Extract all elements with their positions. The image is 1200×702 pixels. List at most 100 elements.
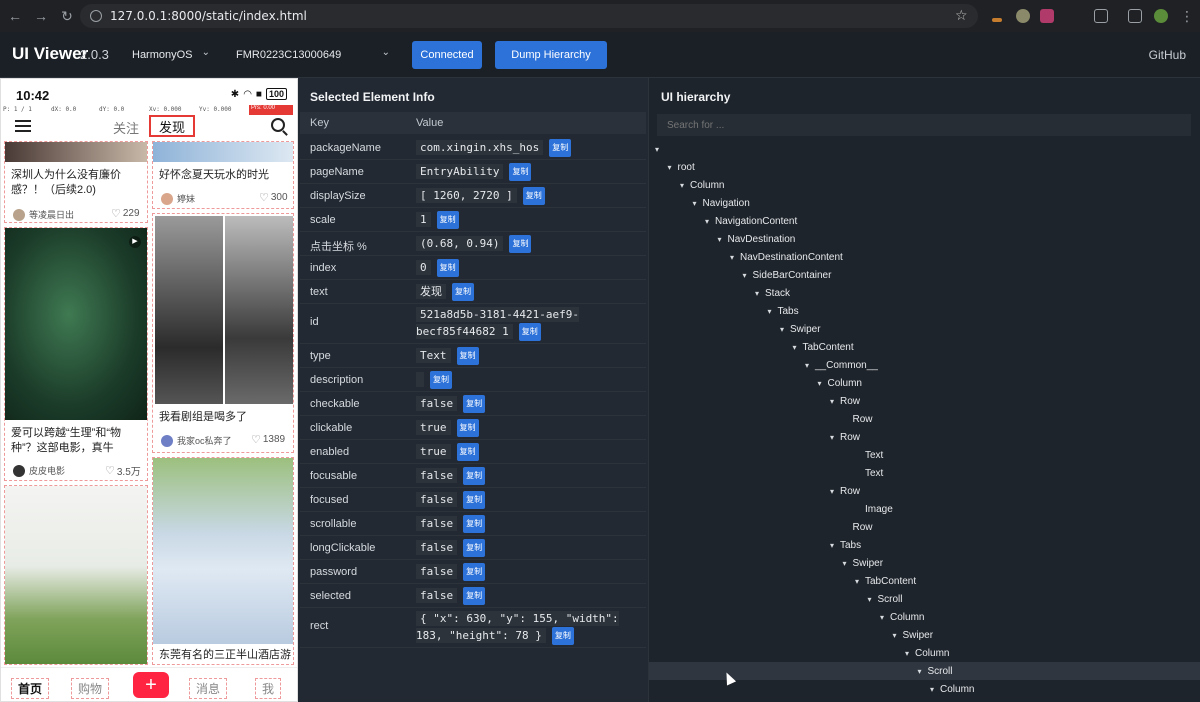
tree-node[interactable]: Row <box>843 518 873 536</box>
copy-button[interactable]: 复制 <box>463 587 486 605</box>
profile-avatar[interactable] <box>1154 9 1168 23</box>
tab-messages[interactable]: 消息 <box>189 678 228 699</box>
caret-down-icon[interactable]: ▾ <box>880 613 890 622</box>
tree-node[interactable]: ▾ Row <box>830 482 860 500</box>
connect-button[interactable]: Connected <box>412 41 482 69</box>
device-screenshot[interactable]: 10:42 ✱ ◠ ■ 100 P: 1 / 1 dX: 0.0 dY: 0.0… <box>0 78 298 702</box>
tree-node[interactable]: ▾ NavigationContent <box>705 212 797 230</box>
search-icon[interactable] <box>271 118 285 132</box>
copy-button[interactable]: 复制 <box>456 419 479 437</box>
caret-down-icon[interactable]: ▾ <box>930 685 940 694</box>
copy-button[interactable]: 复制 <box>430 371 452 389</box>
like-count[interactable]: ♡ 1389 <box>251 433 285 446</box>
tree-node[interactable]: ▾ NavDestination <box>718 230 796 248</box>
copy-button[interactable]: 复制 <box>463 491 486 509</box>
tree-node[interactable]: ▾ NavDestinationContent <box>730 248 843 266</box>
copy-button[interactable]: 复制 <box>549 139 572 157</box>
tree-node[interactable]: Text <box>855 446 883 464</box>
tree-node[interactable]: ▾ Tabs <box>768 302 799 320</box>
feed-card[interactable]: ▶ 爱可以跨越“生理”和“物种”？这部电影，真牛 皮皮电影 ♡ 3.5万 <box>4 227 148 481</box>
feed-card[interactable]: 深圳人为什么没有廉价感？！（后续2.0) 等凌晨日出 ♡ 229 <box>4 141 148 223</box>
copy-button[interactable]: 复制 <box>551 627 574 645</box>
tab-follow[interactable]: 关注 <box>113 118 139 137</box>
caret-down-icon[interactable]: ▾ <box>805 361 815 370</box>
tree-node[interactable]: ▾ Swiper <box>843 554 884 572</box>
like-count[interactable]: ♡ 300 <box>259 191 288 204</box>
hierarchy-search-input[interactable] <box>657 114 1191 136</box>
copy-button[interactable]: 复制 <box>522 187 545 205</box>
caret-down-icon[interactable]: ▾ <box>818 379 828 388</box>
caret-down-icon[interactable]: ▾ <box>855 577 865 586</box>
copy-button[interactable]: 复制 <box>463 395 486 413</box>
caret-down-icon[interactable]: ▾ <box>918 667 928 676</box>
tab-search-icon[interactable] <box>1128 9 1142 23</box>
bookmark-star-icon[interactable]: ☆ <box>955 7 968 24</box>
copy-button[interactable]: 复制 <box>456 443 479 461</box>
caret-down-icon[interactable]: ▾ <box>905 649 915 658</box>
tree-node[interactable]: ▾ Tabs <box>830 536 861 554</box>
feed-card[interactable]: 东莞有名的三正半山酒店游 <box>152 457 294 665</box>
copy-button[interactable]: 复制 <box>463 467 486 485</box>
copy-button[interactable]: 复制 <box>436 259 459 277</box>
puzzle-icon[interactable] <box>1094 9 1108 23</box>
tree-node[interactable]: ▾ SideBarContainer <box>743 266 832 284</box>
tree-node[interactable]: ▾ Swiper <box>893 626 934 644</box>
menu-dots-icon[interactable]: ⋮ <box>1176 5 1198 27</box>
address-bar[interactable]: 127.0.0.1:8000/static/index.html <box>80 4 978 28</box>
caret-down-icon[interactable]: ▾ <box>730 253 740 262</box>
extension-icon[interactable] <box>1016 9 1030 23</box>
menu-icon[interactable] <box>15 120 31 132</box>
like-count[interactable]: ♡ 3.5万 <box>105 463 141 478</box>
tree-node[interactable]: ▾ <box>655 140 665 158</box>
tab-discover[interactable]: 发现 <box>149 115 195 137</box>
caret-down-icon[interactable]: ▾ <box>705 217 715 226</box>
caret-down-icon[interactable]: ▾ <box>893 631 903 640</box>
tree-node[interactable]: ▾ Column <box>880 608 924 626</box>
device-select[interactable]: FMR0223C13000649 ⌄ <box>226 41 398 69</box>
tree-node[interactable]: ▾ Column <box>905 644 949 662</box>
dump-hierarchy-button[interactable]: Dump Hierarchy <box>495 41 607 69</box>
feed-card[interactable]: 好怀念夏天玩水的时光 婷妹 ♡ 300 <box>152 141 294 209</box>
caret-down-icon[interactable]: ▾ <box>830 541 840 550</box>
tree-node[interactable]: ▾ Navigation <box>693 194 750 212</box>
tree-node[interactable]: ▾ Column <box>930 680 974 698</box>
tree-node[interactable]: ▾ Column <box>818 374 862 392</box>
caret-down-icon[interactable]: ▾ <box>680 181 690 190</box>
tree-node[interactable]: ▾ Stack <box>755 284 790 302</box>
copy-button[interactable]: 复制 <box>452 283 474 301</box>
caret-down-icon[interactable]: ▾ <box>693 199 703 208</box>
add-post-button[interactable]: + <box>133 672 169 698</box>
caret-down-icon[interactable]: ▾ <box>830 397 840 406</box>
like-count[interactable]: ♡ 229 <box>111 207 140 220</box>
caret-down-icon[interactable]: ▾ <box>718 235 728 244</box>
tree-node[interactable]: ▾ Row <box>830 392 860 410</box>
caret-down-icon[interactable]: ▾ <box>655 145 665 154</box>
tree-node[interactable]: ▾ TabContent <box>855 572 916 590</box>
copy-button[interactable]: 复制 <box>518 323 541 341</box>
extension-icon[interactable] <box>992 18 1002 22</box>
caret-down-icon[interactable]: ▾ <box>668 163 678 172</box>
tab-home[interactable]: 首页 <box>11 678 50 699</box>
tree-node[interactable]: Row <box>843 410 873 428</box>
github-link[interactable]: GitHub <box>1149 48 1186 62</box>
tree-node[interactable]: ▾ Row <box>830 428 860 446</box>
copy-button[interactable]: 复制 <box>463 563 486 581</box>
forward-icon[interactable]: → <box>30 5 52 27</box>
copy-button[interactable]: 复制 <box>436 211 459 229</box>
platform-select[interactable]: HarmonyOS ⌄ <box>122 41 218 69</box>
tree-node[interactable]: Text <box>855 464 883 482</box>
caret-down-icon[interactable]: ▾ <box>755 289 765 298</box>
caret-down-icon[interactable]: ▾ <box>743 271 753 280</box>
caret-down-icon[interactable]: ▾ <box>868 595 878 604</box>
caret-down-icon[interactable]: ▾ <box>830 433 840 442</box>
copy-button[interactable]: 复制 <box>456 347 479 365</box>
caret-down-icon[interactable]: ▾ <box>830 487 840 496</box>
copy-button[interactable]: 复制 <box>463 515 486 533</box>
tab-me[interactable]: 我 <box>255 678 282 699</box>
tree-node[interactable]: ▾ __Common__ <box>805 356 878 374</box>
caret-down-icon[interactable]: ▾ <box>793 343 803 352</box>
extension-icon[interactable] <box>1040 9 1054 23</box>
feed-card[interactable] <box>4 485 148 665</box>
feed-card[interactable]: 我看剧组是喝多了 我家oc私奔了 ♡ 1389 <box>152 213 294 453</box>
tree-node[interactable]: ▾ TabContent <box>793 338 854 356</box>
